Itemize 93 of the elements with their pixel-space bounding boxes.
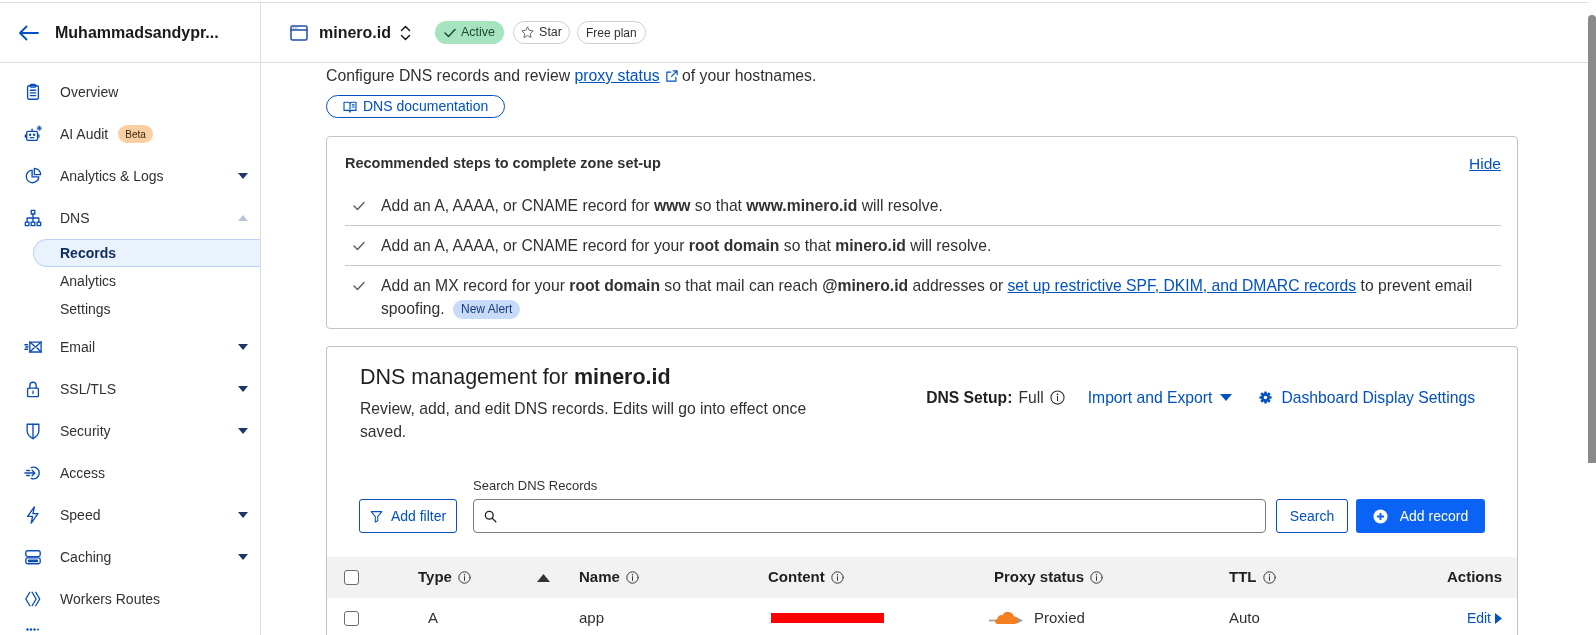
table-cell: Auto (1229, 608, 1260, 626)
sidebar-item[interactable]: Caching (24, 546, 112, 568)
table-cell-text: Proxied (1034, 607, 1085, 628)
info-icon[interactable] (1090, 571, 1104, 584)
column-header[interactable]: Actions (1447, 566, 1502, 589)
column-header[interactable]: Content (768, 566, 825, 589)
import-export-dropdown[interactable]: Import and Export (1087, 386, 1233, 410)
back-arrow-icon[interactable] (18, 24, 39, 41)
envelope-icon (24, 338, 42, 356)
lightning-icon (24, 506, 42, 524)
caret-icon[interactable] (238, 173, 248, 179)
caret-right-icon (1495, 612, 1502, 624)
external-link-icon[interactable] (665, 70, 678, 82)
step-text: Add an A, AAAA, or CNAME record for your root domain so that minero.id will resolve. (381, 236, 992, 256)
plus-circle-icon (1372, 508, 1388, 524)
check-icon (353, 281, 365, 291)
shield-icon (24, 422, 42, 440)
scrollbar-thumb[interactable] (1588, 15, 1596, 463)
sidebar-subitem[interactable]: Settings (60, 295, 111, 323)
step-text: Add an MX record for your root domain so that mail can reach @minero.id addresses or set up restrictive SPF, DKIM, and DMARC records to prevent email spoofing. New Alert (381, 276, 1474, 320)
chevrons-up-down-icon[interactable] (400, 24, 411, 41)
caret-icon[interactable] (238, 554, 248, 560)
filter-icon (369, 509, 383, 523)
sidebar-item[interactable]: AI Audit (24, 123, 109, 145)
arrow-into-circle-icon (24, 464, 42, 482)
info-icon[interactable] (457, 571, 471, 584)
search-button[interactable]: Search (1276, 499, 1348, 533)
sidebar-item[interactable]: Email (24, 336, 95, 358)
hide-link[interactable]: Hide (1469, 152, 1501, 176)
caret-down-icon (1220, 394, 1233, 402)
sidebar-item[interactable]: Speed (24, 504, 101, 526)
column-header[interactable]: Proxy status (994, 566, 1085, 589)
clipboard-icon (24, 83, 42, 101)
pie-chart-icon (24, 167, 42, 185)
check-icon (353, 241, 365, 251)
sort-up-icon[interactable] (537, 573, 550, 582)
add-filter-button[interactable]: Add filter (359, 499, 457, 533)
gear-icon (1259, 391, 1273, 405)
check-icon (444, 27, 456, 38)
column-header[interactable]: Name (579, 566, 620, 589)
account-name: Muhammadsandypr... (55, 22, 219, 43)
info-icon[interactable] (1262, 571, 1276, 584)
check-icon (353, 201, 365, 211)
display-settings-button[interactable]: Dashboard Display Settings (1259, 386, 1475, 410)
edit-link[interactable]: Edit (1466, 607, 1502, 629)
robot-icon (24, 125, 42, 143)
dotted-line-icon (26, 628, 39, 631)
sidebar-item[interactable]: Workers Routes (24, 588, 161, 610)
sitemap-icon (24, 209, 42, 227)
sidebar-item[interactable]: Overview (24, 81, 119, 103)
section-description: Review, add, and edit DNS records. Edits will go into effect once saved. (360, 399, 808, 442)
sidebar-item[interactable]: DNS (24, 207, 90, 229)
chevrons-icon (24, 590, 42, 608)
proxy-status-link[interactable]: proxy status (574, 67, 660, 84)
step-text: Add an A, AAAA, or CNAME record for www so that www.minero.id will resolve. (381, 196, 943, 216)
search-field[interactable] (473, 499, 1266, 533)
star-button[interactable]: Star (513, 21, 570, 44)
browser-window-icon (290, 24, 308, 41)
sidebar-subitem[interactable]: Analytics (60, 267, 117, 295)
sidebar-item[interactable]: SSL/TLS (24, 378, 117, 400)
select-all-checkbox[interactable] (344, 570, 359, 585)
status-badge: Active (435, 21, 505, 44)
column-header[interactable]: TTL (1229, 566, 1257, 589)
sidebar-item[interactable]: Analytics & Logs (24, 165, 164, 187)
field-label: Search DNS Records (473, 477, 598, 495)
column-header[interactable]: Type (418, 566, 452, 589)
sidebar-item[interactable]: Access (24, 462, 106, 484)
beta-badge: Beta (118, 125, 153, 143)
caret-icon[interactable] (238, 344, 248, 350)
table-cell: app (579, 608, 605, 626)
caret-icon[interactable] (238, 512, 248, 518)
setup-label: DNS Setup: (926, 388, 1013, 408)
caret-icon[interactable] (238, 428, 248, 434)
book-icon (343, 100, 357, 113)
setup-value: Full (1018, 388, 1044, 408)
email-records-link[interactable]: set up restrictive SPF, DKIM, and DMARC records (1007, 277, 1357, 294)
server-stack-icon (24, 548, 42, 566)
new-alert-badge: New Alert (453, 300, 521, 319)
search-icon (484, 509, 497, 523)
add-record-button[interactable]: Add record (1356, 499, 1485, 533)
info-icon[interactable] (625, 571, 639, 584)
sidebar-subitem[interactable]: Records (33, 239, 260, 267)
zone-name: minero.id (319, 22, 391, 43)
section-title: DNS management for minero.id (360, 364, 672, 391)
intro-text: Configure DNS records and review proxy status of your hostnames. (326, 66, 817, 86)
caret-icon[interactable] (238, 386, 248, 392)
padlock-icon (24, 380, 42, 398)
table-cell: A (428, 608, 438, 626)
info-icon[interactable] (830, 571, 844, 584)
info-icon[interactable] (1049, 390, 1065, 406)
sidebar-item[interactable]: Security (24, 420, 111, 442)
row-checkbox[interactable] (344, 610, 359, 626)
card-title: Recommended steps to complete zone set-up (345, 154, 661, 174)
